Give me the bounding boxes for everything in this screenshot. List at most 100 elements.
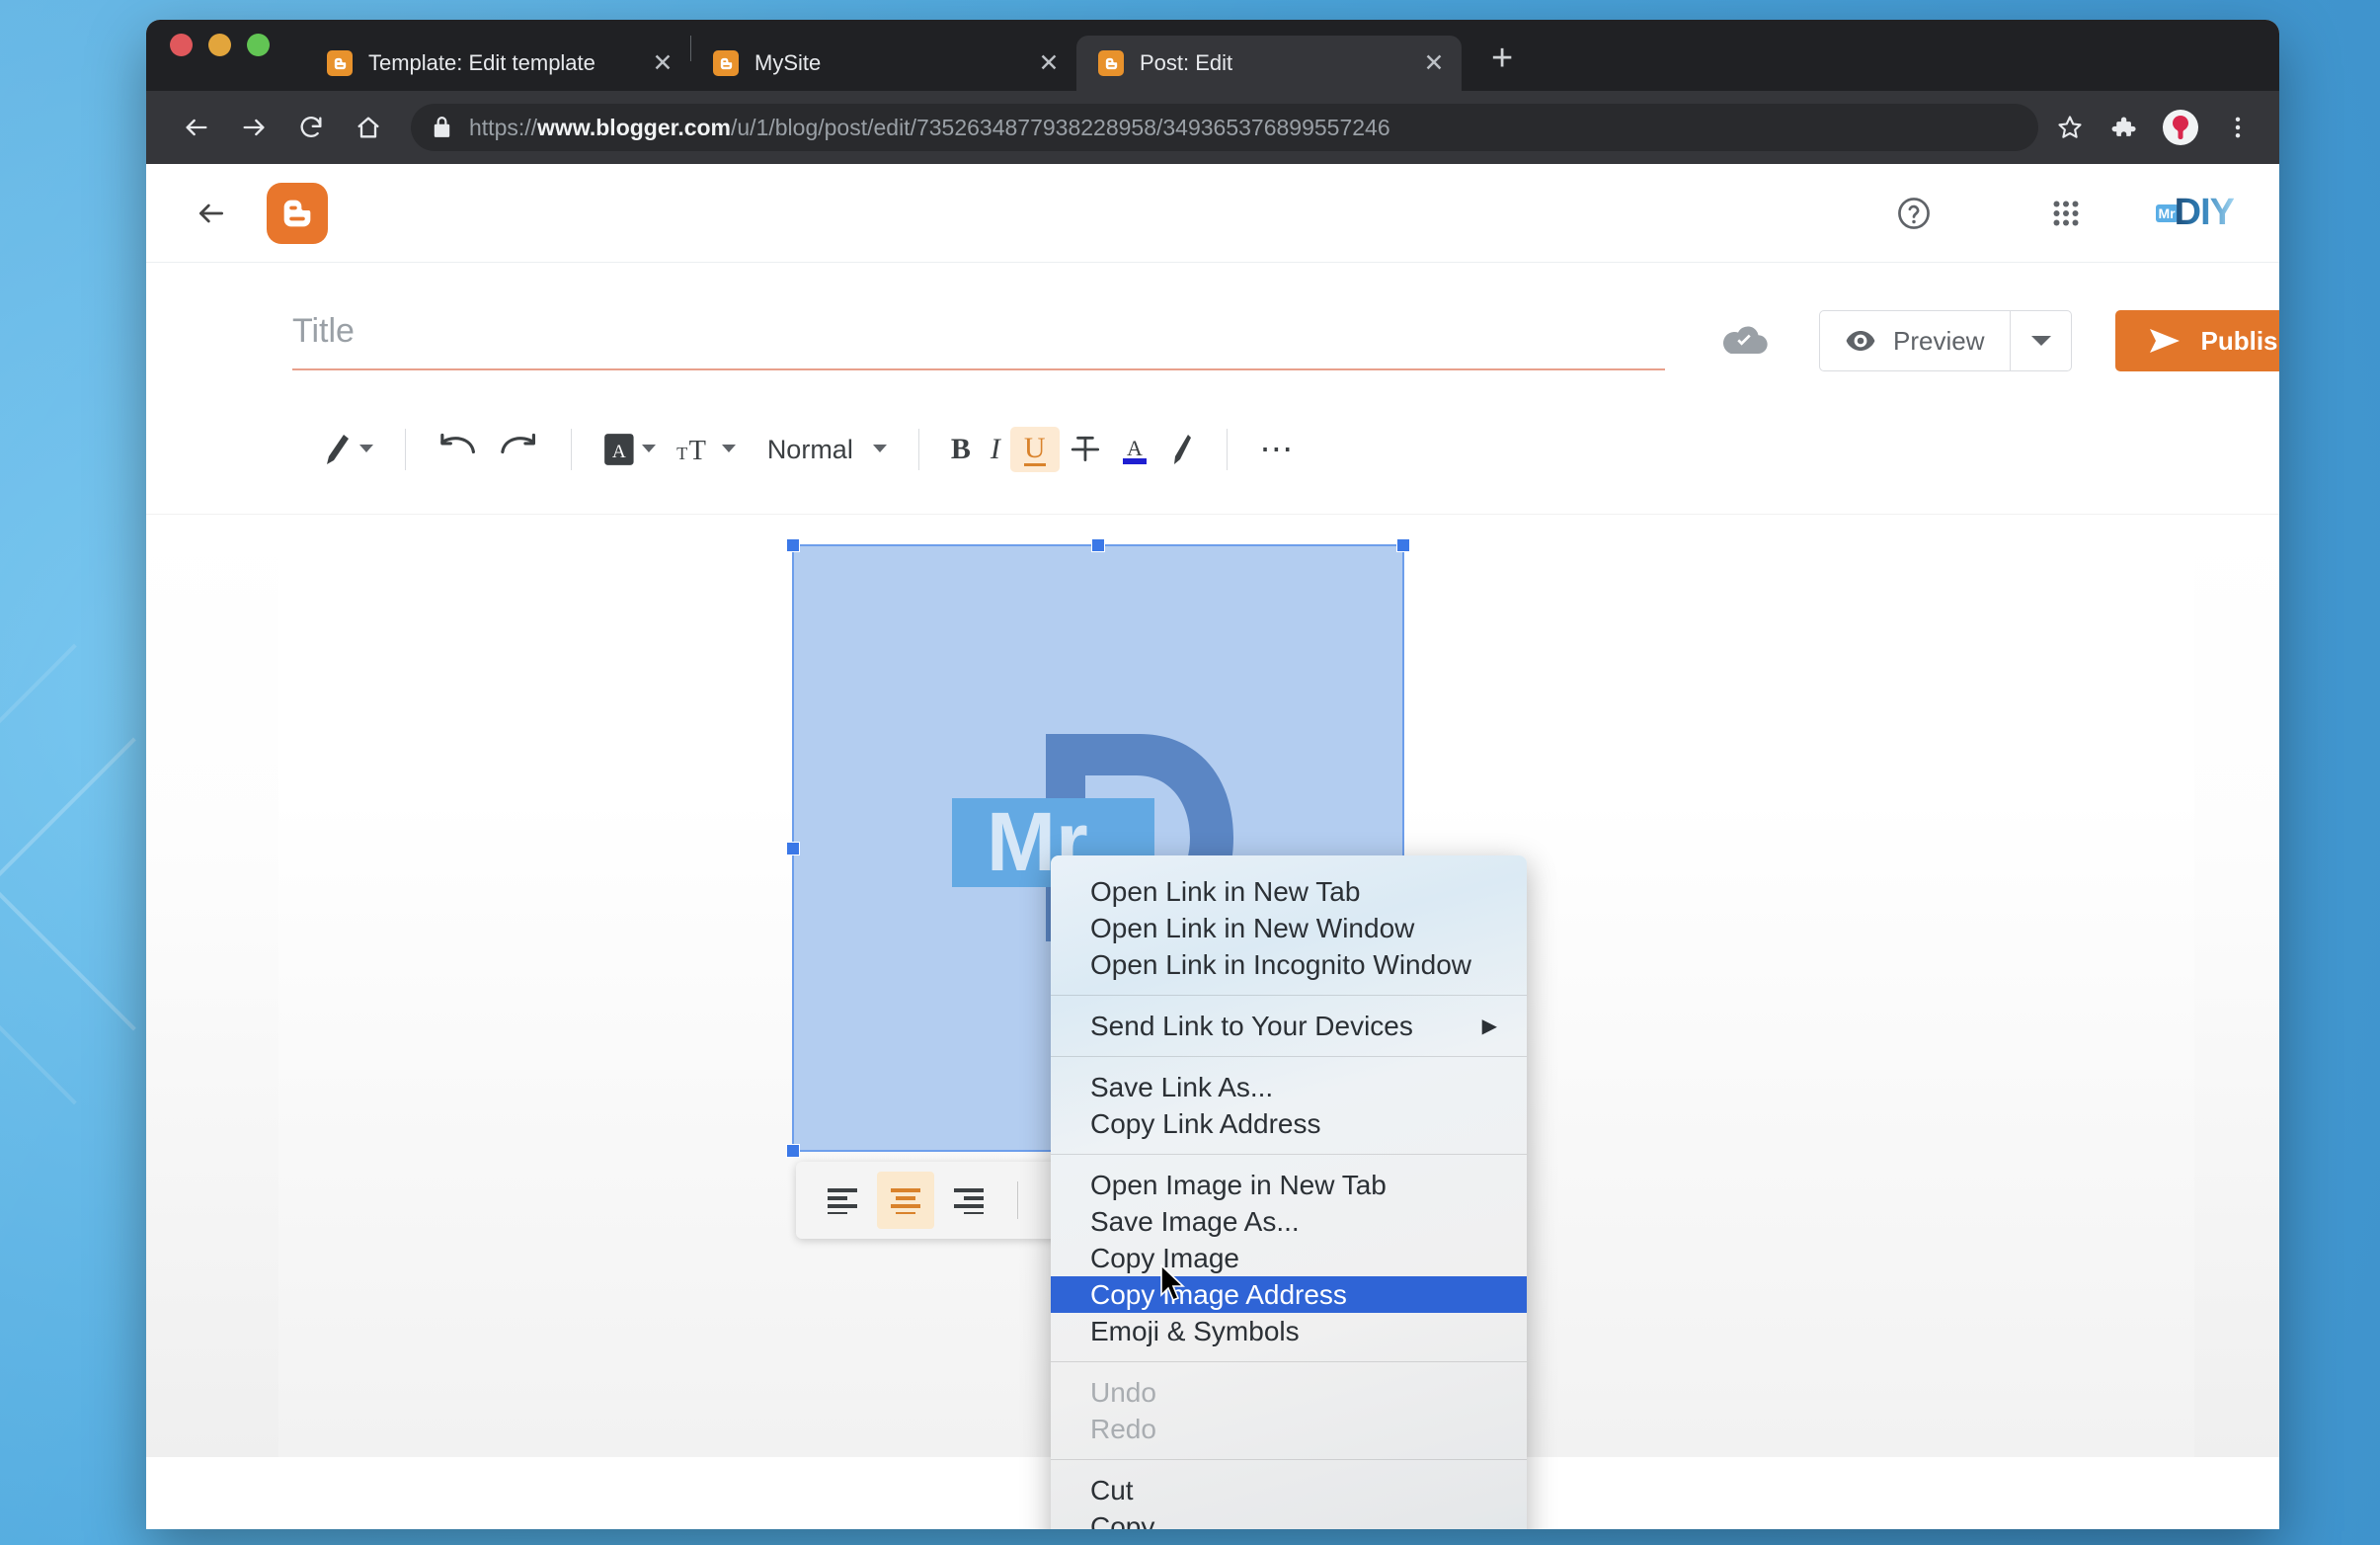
publish-button[interactable]: Publish — [2115, 310, 2279, 371]
eye-icon — [1846, 331, 1875, 351]
toolbar-divider — [1227, 429, 1229, 470]
highlight-button[interactable] — [1159, 433, 1205, 466]
extensions-puzzle-icon[interactable] — [2109, 114, 2137, 141]
bookmark-star-icon[interactable] — [2056, 114, 2084, 141]
tab-close-button[interactable]: ✕ — [1420, 50, 1448, 76]
resize-handle-middle-left[interactable] — [786, 841, 800, 855]
context-menu-item-open-link-new-tab[interactable]: Open Link in New Tab — [1051, 873, 1527, 910]
context-menu-separator — [1051, 995, 1527, 996]
highlighter-icon — [1174, 435, 1192, 464]
submenu-arrow-icon: ▶ — [1481, 1016, 1497, 1037]
context-menu-item-emoji-symbols[interactable]: Emoji & Symbols — [1051, 1313, 1527, 1349]
align-right-icon — [954, 1188, 984, 1214]
text-color-button[interactable]: A — [1110, 433, 1159, 466]
paragraph-style-dropdown[interactable]: Normal — [746, 435, 897, 465]
title-row: Title Preview Publis — [146, 263, 2279, 371]
context-menu-item-open-link-new-window[interactable]: Open Link in New Window — [1051, 910, 1527, 946]
home-icon[interactable] — [340, 99, 397, 156]
app-back-icon[interactable] — [184, 186, 239, 241]
bold-button[interactable]: B — [941, 433, 981, 466]
toolbar-divider — [1017, 1181, 1018, 1219]
context-menu-item-cut[interactable]: Cut — [1051, 1472, 1527, 1508]
profile-avatar-icon[interactable] — [2163, 110, 2198, 145]
browser-tab-template-edit[interactable]: Template: Edit template ✕ — [305, 36, 690, 91]
apps-grid-icon[interactable] — [2039, 187, 2093, 240]
font-size-button[interactable]: TT — [666, 433, 746, 466]
svg-text:A: A — [1127, 436, 1143, 460]
preview-dropdown-button[interactable] — [2010, 311, 2071, 370]
context-menu-item-copy-image-address[interactable]: Copy Image Address — [1051, 1276, 1527, 1313]
font-family-button[interactable]: A — [594, 433, 667, 466]
strikethrough-button[interactable] — [1060, 433, 1111, 466]
context-menu-separator — [1051, 1459, 1527, 1460]
text-size-icon: TT — [676, 436, 706, 466]
publish-button-label: Publish — [2200, 325, 2279, 356]
browser-context-menu: Open Link in New Tab Open Link in New Wi… — [1051, 855, 1527, 1529]
blogger-post-editor-page: Mr DIY Title Preview Publis A T T Normal… — [146, 164, 2279, 1529]
window-traffic-lights — [170, 20, 270, 91]
context-menu-item-send-link-devices[interactable]: Send Link to Your Devices ▶ — [1051, 1008, 1527, 1044]
close-window-button[interactable] — [170, 33, 193, 56]
send-icon — [2150, 329, 2181, 353]
context-menu-item-copy-image[interactable]: Copy Image — [1051, 1240, 1527, 1276]
context-menu-item-copy[interactable]: Copy — [1051, 1508, 1527, 1530]
pen-tool-button[interactable] — [312, 433, 383, 466]
new-tab-button[interactable]: + — [1491, 40, 1513, 77]
context-menu-item-save-image-as[interactable]: Save Image As... — [1051, 1203, 1527, 1240]
undo-button[interactable] — [428, 433, 488, 466]
context-menu-group: Open Image in New Tab Save Image As... C… — [1051, 1167, 1527, 1349]
text-color-icon: A — [1123, 436, 1148, 464]
avatar-diy-text: DIY — [2174, 192, 2235, 233]
reload-icon[interactable] — [282, 99, 340, 156]
maximize-window-button[interactable] — [247, 33, 270, 56]
browser-tab-post-edit[interactable]: Post: Edit ✕ — [1076, 36, 1462, 91]
more-options-button[interactable]: ⋯ — [1249, 430, 1305, 469]
redo-button[interactable] — [488, 433, 548, 466]
blogger-favicon-icon — [1098, 50, 1124, 76]
resize-handle-top-right[interactable] — [1396, 538, 1410, 552]
back-icon[interactable] — [168, 99, 225, 156]
tab-close-button[interactable]: ✕ — [649, 50, 676, 76]
resize-handle-top-middle[interactable] — [1091, 538, 1105, 552]
browser-window: Template: Edit template ✕ MySite ✕ Post:… — [146, 20, 2279, 1529]
forward-icon[interactable] — [225, 99, 282, 156]
toolbar-divider — [917, 429, 919, 470]
toolbar-divider — [405, 429, 406, 470]
minimize-window-button[interactable] — [208, 33, 231, 56]
context-menu-item-save-link-as[interactable]: Save Link As... — [1051, 1069, 1527, 1105]
underline-button[interactable]: U — [1009, 426, 1060, 473]
context-menu-separator — [1051, 1154, 1527, 1155]
tab-list: Template: Edit template ✕ MySite ✕ Post:… — [305, 20, 1513, 91]
blogger-logo[interactable] — [267, 182, 328, 244]
svg-text:T: T — [689, 436, 706, 466]
strikethrough-icon — [1071, 436, 1099, 462]
lock-icon — [434, 117, 450, 137]
svg-text:T: T — [676, 444, 687, 463]
resize-handle-top-left[interactable] — [786, 538, 800, 552]
post-title-input[interactable]: Title — [292, 312, 1665, 370]
align-center-button[interactable] — [877, 1172, 934, 1229]
align-right-button[interactable] — [940, 1172, 997, 1229]
tab-title: Post: Edit — [1140, 50, 1233, 75]
context-menu-item-open-link-incognito[interactable]: Open Link in Incognito Window — [1051, 946, 1527, 983]
context-menu-group: Undo Redo — [1051, 1374, 1527, 1447]
chrome-menu-icon[interactable] — [2224, 114, 2252, 141]
address-bar[interactable]: https://www.blogger.com/u/1/blog/post/ed… — [411, 104, 2038, 151]
blogger-favicon-icon — [327, 50, 353, 76]
italic-button[interactable]: I — [981, 433, 1010, 466]
resize-handle-bottom-left[interactable] — [786, 1144, 800, 1158]
browser-tab-mysite[interactable]: MySite ✕ — [691, 36, 1076, 91]
avatar[interactable]: Mr DIY — [2155, 192, 2235, 234]
help-circle-icon[interactable] — [1887, 187, 1941, 240]
preview-button-label: Preview — [1893, 325, 1985, 356]
tab-close-button[interactable]: ✕ — [1035, 50, 1063, 76]
align-left-button[interactable] — [814, 1172, 871, 1229]
context-menu-separator — [1051, 1056, 1527, 1057]
context-menu-group: Send Link to Your Devices ▶ — [1051, 1008, 1527, 1044]
context-menu-item-open-image-new-tab[interactable]: Open Image in New Tab — [1051, 1167, 1527, 1203]
context-menu-item-copy-link-address[interactable]: Copy Link Address — [1051, 1105, 1527, 1142]
font-icon: A — [603, 434, 634, 465]
context-menu-group: Save Link As... Copy Link Address — [1051, 1069, 1527, 1142]
preview-button[interactable]: Preview — [1820, 311, 2010, 370]
tab-title: MySite — [754, 50, 822, 75]
